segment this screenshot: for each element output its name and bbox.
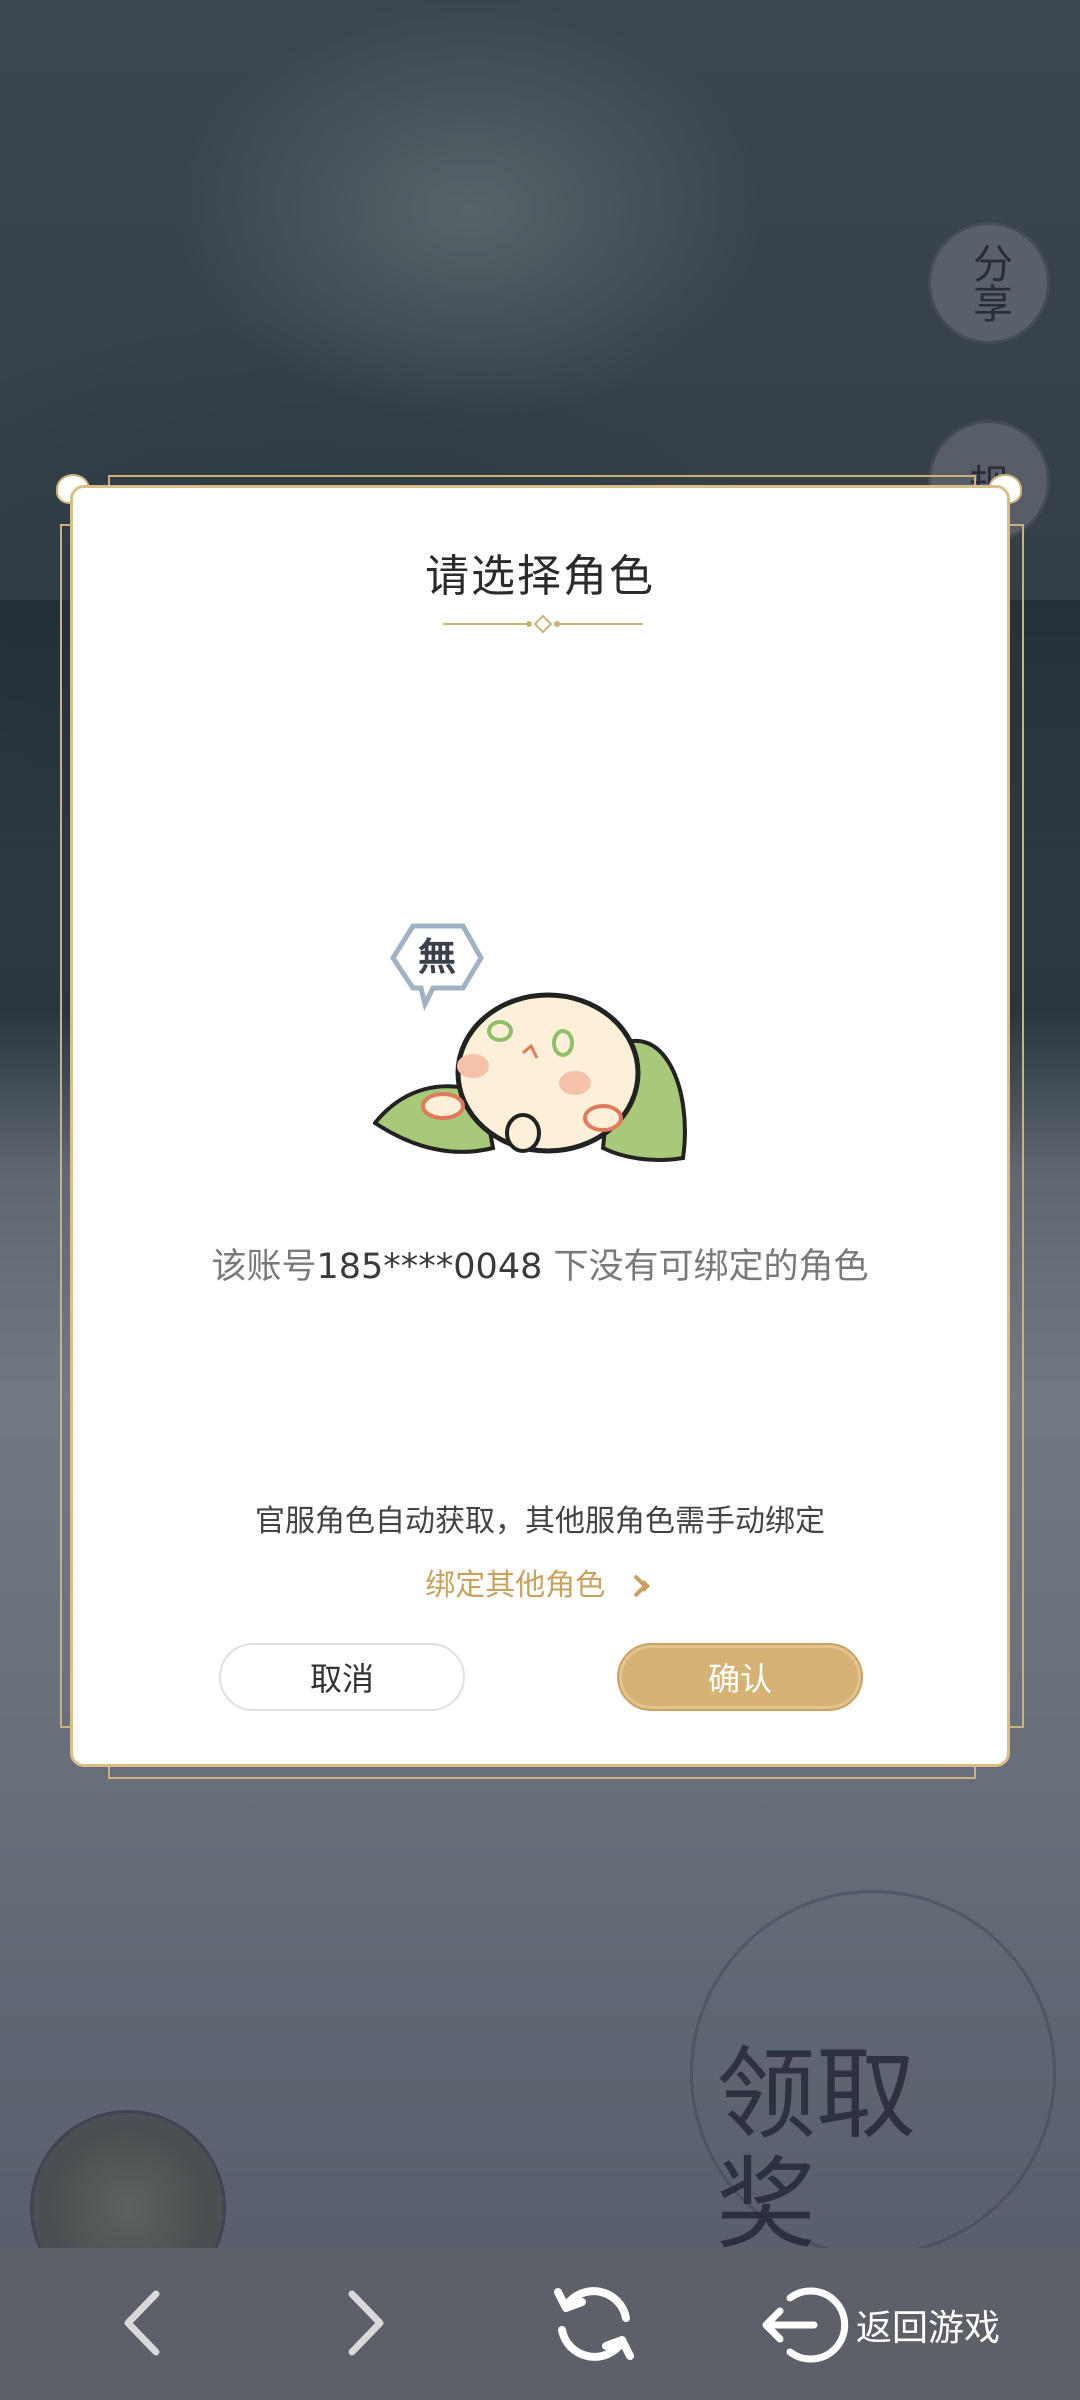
bind-other-role-label: 绑定其他角色 xyxy=(425,1568,606,1603)
chevron-right-icon xyxy=(348,2290,384,2356)
account-number: 185****0048 xyxy=(316,1247,543,1287)
cancel-button[interactable]: 取消 xyxy=(219,1643,465,1711)
empty-state-mascot-illustration: 無 xyxy=(373,923,687,1162)
binding-hint: 官服角色自动获取，其他服角色需手动绑定 xyxy=(255,1504,825,1539)
chevron-left-icon xyxy=(124,2290,160,2356)
exit-icon xyxy=(762,2287,849,2363)
dialog-title: 请选择角色 xyxy=(425,551,655,602)
confirm-label: 确认 xyxy=(707,1660,772,1698)
empty-prefix: 该账号 xyxy=(211,1247,317,1287)
confirm-button[interactable]: 确认 xyxy=(617,1643,863,1711)
empty-suffix: 下没有可绑定的角色 xyxy=(542,1247,869,1287)
double-chevron-right-icon xyxy=(633,1574,650,1598)
select-role-dialog: 请选择角色 無 该账号185****0048 下没有可绑定的角色 官服角色自动获… xyxy=(70,485,1010,1767)
return-to-game-label: 返回游戏 xyxy=(856,2308,1001,2349)
back-button[interactable] xyxy=(118,2288,168,2358)
return-to-game-button[interactable]: 返回游戏 xyxy=(760,2280,1000,2370)
mascot-bubble-text: 無 xyxy=(418,935,456,979)
bind-other-role-link[interactable]: 绑定其他角色 xyxy=(73,1560,1007,1604)
refresh-button[interactable] xyxy=(548,2278,640,2370)
empty-state-message: 该账号185****0048 下没有可绑定的角色 xyxy=(73,1238,1007,1289)
forward-button[interactable] xyxy=(340,2288,390,2358)
refresh-icon xyxy=(554,2287,634,2361)
browser-navigation-bar: 返回游戏 xyxy=(0,2248,1080,2400)
cancel-label: 取消 xyxy=(309,1660,374,1698)
title-ornament xyxy=(443,614,643,634)
